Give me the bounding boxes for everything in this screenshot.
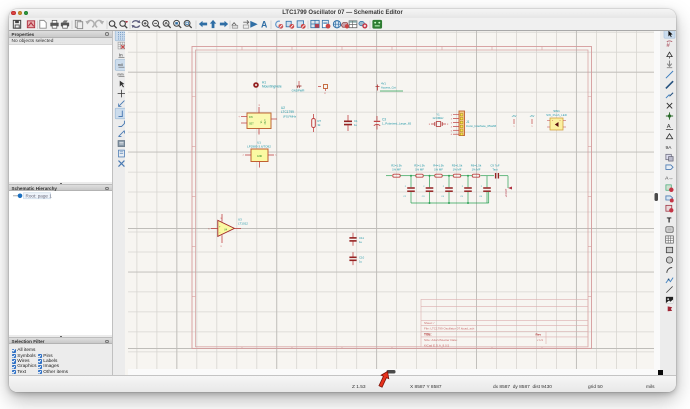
svg-text:x: x xyxy=(208,228,210,231)
svg-text:1: 1 xyxy=(513,126,515,128)
svg-text:1u: 1u xyxy=(354,123,358,127)
svg-text:2: 2 xyxy=(481,186,483,188)
svg-text:LT1012: LT1012 xyxy=(238,222,248,226)
svg-text:2: 2 xyxy=(405,186,407,188)
svg-text:in: in xyxy=(118,52,122,57)
svg-text:+5V: +5V xyxy=(512,114,517,118)
svg-text:Rev: Rev xyxy=(536,333,542,337)
svg-text:mm: mm xyxy=(117,72,123,76)
svg-text:DIV: DIV xyxy=(249,116,253,119)
svg-text:LP2985-3.6/TO92: LP2985-3.6/TO92 xyxy=(247,145,271,149)
svg-text:1% MF: 1% MF xyxy=(392,168,401,172)
svg-text:GNDPWR: GNDPWR xyxy=(292,89,305,93)
svg-text:9A: 9A xyxy=(665,145,672,151)
svg-text:1_Polarized_Large_65: 1_Polarized_Large_65 xyxy=(382,122,411,126)
svg-text:File: LTC1799 Oscillator 07.ki: File: LTC1799 Oscillator 07.kicad_sch xyxy=(424,327,475,331)
svg-text:x: x xyxy=(447,123,449,126)
svg-text:GND: GND xyxy=(257,155,263,158)
svg-text:Conn_Interface_05x2M: Conn_Interface_05x2M xyxy=(466,124,497,128)
svg-text:x: x xyxy=(324,91,326,95)
svg-text:mil: mil xyxy=(117,63,122,67)
svg-text:SET: SET xyxy=(249,123,254,126)
svg-text:OUT: OUT xyxy=(264,119,267,125)
svg-text:2: 2 xyxy=(423,186,425,188)
svg-text:Access_Cnt: Access_Cnt xyxy=(381,86,396,90)
svg-text:C4: C4 xyxy=(441,196,445,198)
svg-text:x: x xyxy=(221,245,223,248)
svg-text:MountingHole: MountingHole xyxy=(262,85,282,89)
svg-text:A: A xyxy=(667,124,671,130)
svg-text:SW_Push_LED: SW_Push_LED xyxy=(546,113,568,117)
svg-text:Tant: Tant xyxy=(492,168,498,172)
svg-text:3: 3 xyxy=(451,123,453,125)
svg-text:x: x xyxy=(429,123,431,126)
svg-text:1u: 1u xyxy=(359,260,363,264)
svg-text:Size: A4orUSLetter Date:: Size: A4orUSLetter Date: xyxy=(424,338,458,342)
svg-text:(FS)*MHz: (FS)*MHz xyxy=(283,115,297,119)
svg-text:A: A xyxy=(261,20,268,30)
svg-text:C5: C5 xyxy=(460,196,464,198)
svg-text:2: 2 xyxy=(462,186,464,188)
svg-text:1: 1 xyxy=(451,115,453,117)
svg-text:+5V: +5V xyxy=(530,114,535,118)
svg-text:KiCad E.D.A. 8.0.5: KiCad E.D.A. 8.0.5 xyxy=(424,343,450,347)
svg-text:C3: C3 xyxy=(422,196,426,198)
svg-text:C6: C6 xyxy=(479,196,483,198)
svg-text:#: # xyxy=(666,42,670,49)
svg-text:A↔: A↔ xyxy=(665,175,673,181)
svg-text:Sheet: /: Sheet: / xyxy=(424,321,435,325)
svg-text:<: < xyxy=(239,116,241,119)
svg-text:Root: page 1: Root: page 1 xyxy=(26,194,53,199)
svg-text:1u: 1u xyxy=(359,240,363,244)
svg-text:1% MF: 1% MF xyxy=(453,168,462,172)
svg-text:3k: 3k xyxy=(318,123,322,127)
svg-text:LTC1799: LTC1799 xyxy=(281,110,294,114)
svg-text:T: T xyxy=(667,216,672,225)
svg-text:<: < xyxy=(243,154,245,157)
svg-text:1% MF: 1% MF xyxy=(434,168,443,172)
svg-text:+FOUT: +FOUT xyxy=(504,188,508,197)
svg-text:v 1/1: v 1/1 xyxy=(537,338,544,342)
svg-text:1% MF: 1% MF xyxy=(472,168,481,172)
svg-text:Title:: Title: xyxy=(424,333,432,337)
svg-text:4: 4 xyxy=(451,126,453,128)
svg-text:2: 2 xyxy=(451,119,453,121)
svg-text:1: 1 xyxy=(531,126,533,128)
svg-text:C2: C2 xyxy=(403,196,407,198)
svg-text:12.0MHz: 12.0MHz xyxy=(432,116,444,120)
svg-text:2: 2 xyxy=(443,186,445,188)
svg-text:1% MF: 1% MF xyxy=(415,168,424,172)
svg-text:1: 1 xyxy=(258,104,260,107)
svg-text:6: 6 xyxy=(451,134,453,136)
